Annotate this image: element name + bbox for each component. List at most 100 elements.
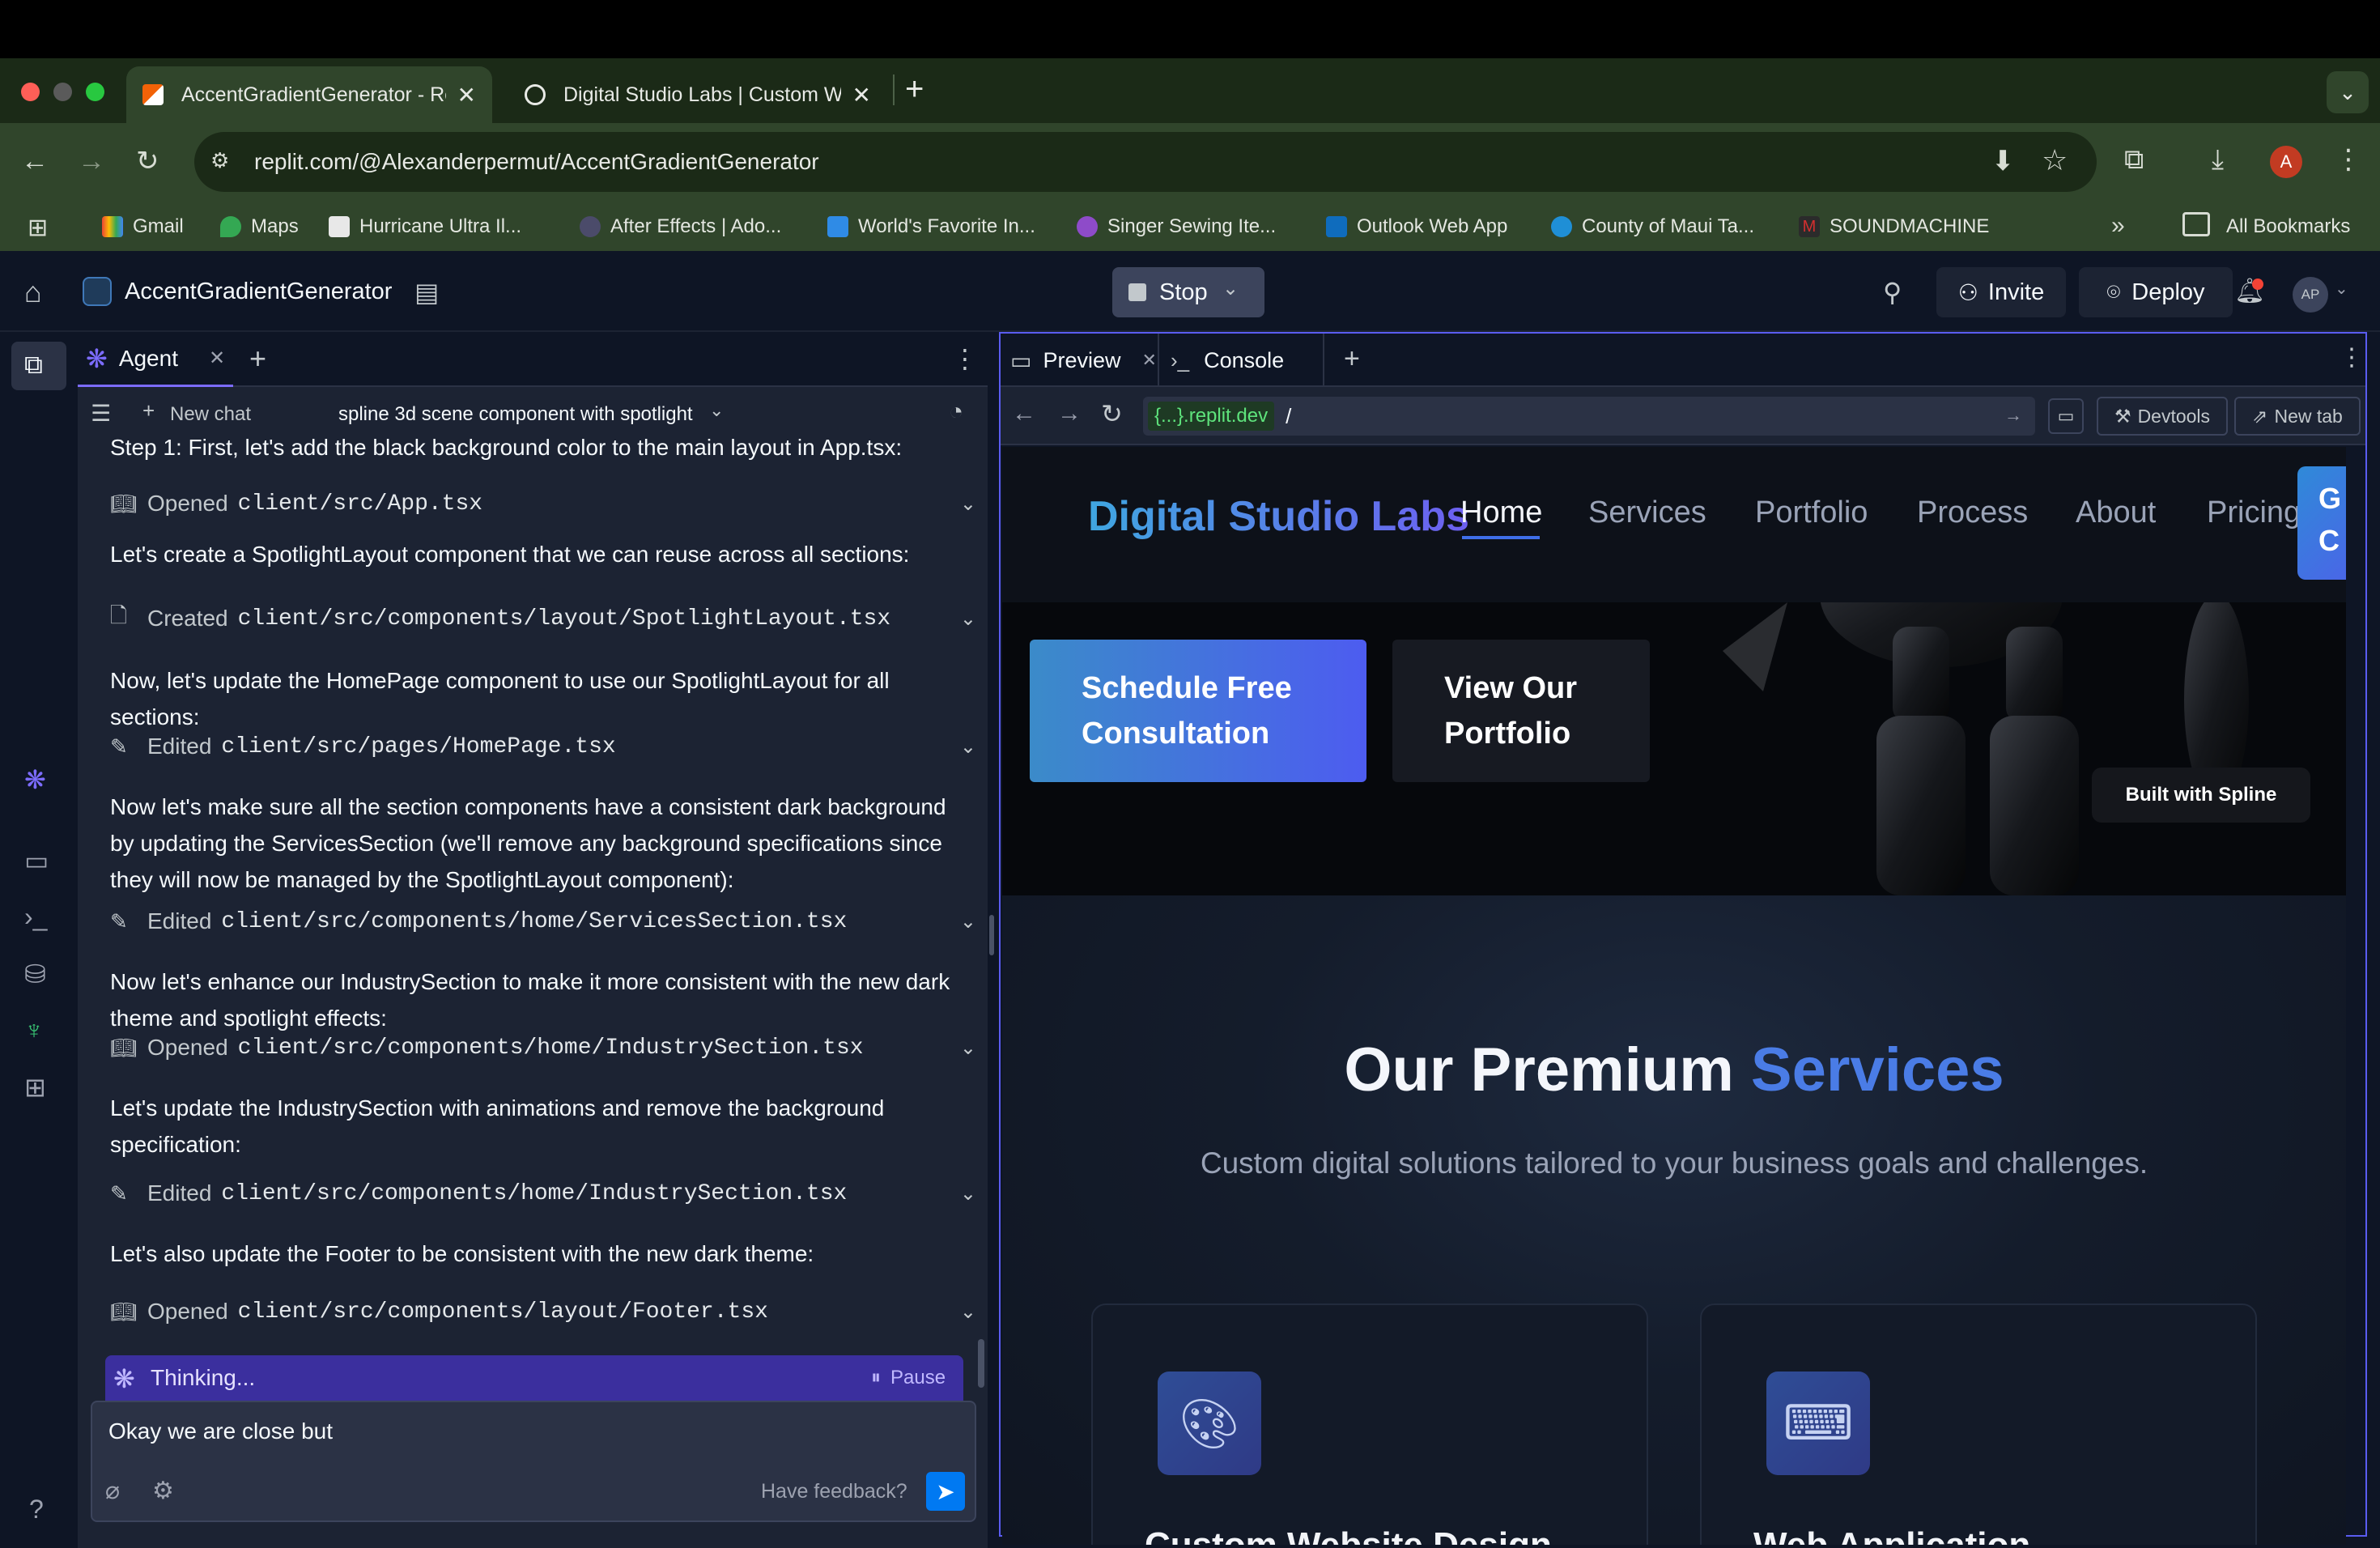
- feedback-link[interactable]: Have feedback?: [761, 1480, 907, 1503]
- user-avatar[interactable]: AP: [2293, 277, 2328, 313]
- webview-monitor-icon[interactable]: ▭: [24, 845, 49, 876]
- forward-arrow-icon[interactable]: →: [78, 147, 105, 175]
- close-tab-icon[interactable]: ✕: [852, 82, 871, 108]
- preview-menu-kebab-icon[interactable]: ⋮: [2340, 343, 2364, 372]
- agent-icon[interactable]: ❋: [24, 764, 46, 795]
- preview-url-input[interactable]: {...}.replit.dev / →: [1143, 397, 2035, 436]
- service-card[interactable]: ⌨︎ Web Application: [1700, 1303, 2257, 1545]
- reload-icon[interactable]: ↻: [136, 147, 159, 175]
- project-info-icon[interactable]: ▤: [414, 277, 439, 308]
- close-preview-tab-icon[interactable]: ✕: [1142, 350, 1157, 371]
- bookmark-star-icon[interactable]: ☆: [2042, 143, 2068, 177]
- install-app-icon[interactable]: ⬇: [1991, 145, 2015, 177]
- view-portfolio-button[interactable]: View Our Portfolio: [1392, 640, 1650, 782]
- bookmark-hurricane[interactable]: Hurricane Ultra Il...: [329, 215, 521, 238]
- profile-avatar[interactable]: A: [2270, 146, 2302, 178]
- new-tab-icon[interactable]: +: [905, 71, 924, 108]
- nav-pricing[interactable]: Pricing: [2207, 495, 2301, 530]
- expand-chevron-icon[interactable]: ⌄: [960, 607, 976, 631]
- all-tools-grid-icon[interactable]: ⊞: [24, 1072, 46, 1103]
- nav-cta-button[interactable]: G C: [2297, 466, 2346, 580]
- expand-chevron-icon[interactable]: ⌄: [960, 735, 976, 759]
- expand-chevron-icon[interactable]: ⌄: [960, 492, 976, 516]
- expand-chevron-icon[interactable]: ⌄: [960, 1182, 976, 1206]
- nav-portfolio[interactable]: Portfolio: [1755, 495, 1868, 530]
- bookmark-maps[interactable]: Maps: [220, 215, 299, 238]
- bookmarks-overflow-icon[interactable]: »: [2111, 212, 2125, 240]
- file-action-row[interactable]: ✎ Edited client/src/components/home/Indust…: [110, 1180, 976, 1206]
- help-icon[interactable]: ?: [29, 1495, 44, 1525]
- devtools-button[interactable]: ⚒ Devtools: [2097, 397, 2228, 436]
- expand-chevron-icon[interactable]: ⌄: [960, 1036, 976, 1060]
- invite-button[interactable]: ⚇ Invite: [1936, 267, 2066, 317]
- file-action-row[interactable]: 📖︎ Opened client/src/components/layout/Foo…: [110, 1299, 976, 1325]
- home-icon[interactable]: ⌂: [24, 275, 42, 309]
- bookmark-gmail[interactable]: Gmail: [102, 215, 184, 238]
- files-panel-icon[interactable]: ⧉: [24, 350, 43, 381]
- schedule-consultation-button[interactable]: Schedule Free Consultation: [1030, 640, 1366, 782]
- account-chevron-icon[interactable]: ⌄: [2335, 279, 2348, 299]
- device-preview-icon[interactable]: ▭: [2048, 398, 2084, 434]
- shell-icon[interactable]: ›_: [24, 902, 47, 932]
- nav-home[interactable]: Home: [1460, 495, 1542, 530]
- open-new-tab-button[interactable]: ⇗ New tab: [2234, 397, 2361, 436]
- preview-tab[interactable]: ▭ Preview ✕: [1001, 334, 1159, 387]
- nav-process[interactable]: Process: [1917, 495, 2028, 530]
- search-icon[interactable]: ⚲: [1883, 277, 1902, 308]
- preview-reload-icon[interactable]: ↻: [1101, 398, 1123, 429]
- settings-gear-icon[interactable]: ⚙: [152, 1477, 174, 1505]
- file-action-row[interactable]: ✎ Edited client/src/pages/HomePage.tsx ⌄: [110, 734, 976, 759]
- downloads-icon[interactable]: ⤓: [2212, 146, 2224, 173]
- apps-grid-icon[interactable]: ⊞: [28, 214, 48, 242]
- nav-services[interactable]: Services: [1588, 495, 1706, 530]
- go-arrow-icon[interactable]: →: [2004, 405, 2022, 426]
- service-card[interactable]: 🎨︎ Custom Website Design: [1091, 1303, 1648, 1545]
- bookmark-singer[interactable]: Singer Sewing Ite...: [1077, 215, 1276, 238]
- expand-chevron-icon[interactable]: ⌄: [960, 1300, 976, 1324]
- site-logo[interactable]: Digital Studio Labs: [1088, 492, 1469, 541]
- preview-forward-icon[interactable]: →: [1057, 400, 1082, 427]
- tab-search-chevron-icon[interactable]: ⌄: [2327, 71, 2369, 113]
- bookmark-outlook[interactable]: Outlook Web App: [1326, 215, 1507, 238]
- agent-input-text[interactable]: Okay we are close but: [108, 1418, 333, 1444]
- stop-button[interactable]: Stop: [1112, 267, 1264, 317]
- minimize-window-button[interactable]: [53, 83, 72, 101]
- run-options-chevron-icon[interactable]: ⌄: [1222, 277, 1239, 300]
- browser-menu-kebab-icon[interactable]: ⋮: [2335, 146, 2362, 173]
- pause-button[interactable]: ⏸︎ Pause: [871, 1367, 946, 1389]
- file-action-row[interactable]: 📖︎ Opened client/src/App.tsx ⌄: [110, 491, 976, 517]
- add-preview-tab-icon[interactable]: +: [1344, 343, 1360, 375]
- browser-tab-digital-studio[interactable]: Digital Studio Labs | Custom W ✕: [508, 66, 887, 123]
- back-arrow-icon[interactable]: ←: [21, 147, 49, 175]
- extensions-puzzle-icon[interactable]: ⧉: [2124, 146, 2144, 173]
- send-button[interactable]: ➤: [926, 1472, 965, 1511]
- built-with-spline-badge[interactable]: Built with Spline: [2092, 768, 2310, 823]
- database-icon[interactable]: ⛁: [24, 959, 46, 989]
- project-name[interactable]: AccentGradientGenerator: [125, 279, 392, 305]
- bookmark-soundmachine[interactable]: M SOUNDMACHINE: [1799, 215, 1989, 238]
- soundmachine-icon: M: [1799, 216, 1820, 237]
- close-tab-icon[interactable]: ✕: [457, 82, 476, 108]
- nav-about[interactable]: About: [2076, 495, 2156, 530]
- zoom-window-button[interactable]: [86, 83, 104, 101]
- panel-resize-handle[interactable]: [989, 915, 994, 955]
- browser-tab-accentgradient[interactable]: AccentGradientGenerator - Re ✕: [126, 66, 492, 123]
- deployments-icon[interactable]: ♆: [24, 1015, 44, 1045]
- bookmark-worlds-favorite[interactable]: World's Favorite In...: [827, 215, 1035, 238]
- preview-back-icon[interactable]: ←: [1012, 400, 1036, 427]
- console-tab[interactable]: ›_ Console: [1171, 334, 1324, 387]
- site-settings-icon[interactable]: ⚙: [210, 148, 236, 174]
- file-action-row[interactable]: 📖︎ Opened client/src/components/home/Indus…: [110, 1035, 976, 1061]
- all-bookmarks-link[interactable]: All Bookmarks: [2226, 215, 2350, 238]
- file-action-row[interactable]: 🗋 Created client/src/components/layout/Spo…: [110, 601, 976, 636]
- bookmark-after-effects[interactable]: After Effects | Ado...: [580, 215, 781, 238]
- deploy-button[interactable]: ⌾ Deploy: [2079, 267, 2233, 317]
- scrollbar-thumb[interactable]: [978, 1339, 984, 1388]
- attach-paperclip-icon[interactable]: ⌀: [105, 1477, 120, 1505]
- file-action-row[interactable]: ✎ Edited client/src/components/home/Servic…: [110, 908, 976, 934]
- address-bar[interactable]: ⚙ replit.com/@Alexanderpermut/AccentGrad…: [194, 132, 2097, 192]
- expand-chevron-icon[interactable]: ⌄: [960, 910, 976, 933]
- agent-input[interactable]: Okay we are close but ⌀ ⚙ Have feedback?…: [91, 1401, 976, 1522]
- bookmark-county-maui[interactable]: County of Maui Ta...: [1551, 215, 1754, 238]
- close-window-button[interactable]: [21, 83, 40, 101]
